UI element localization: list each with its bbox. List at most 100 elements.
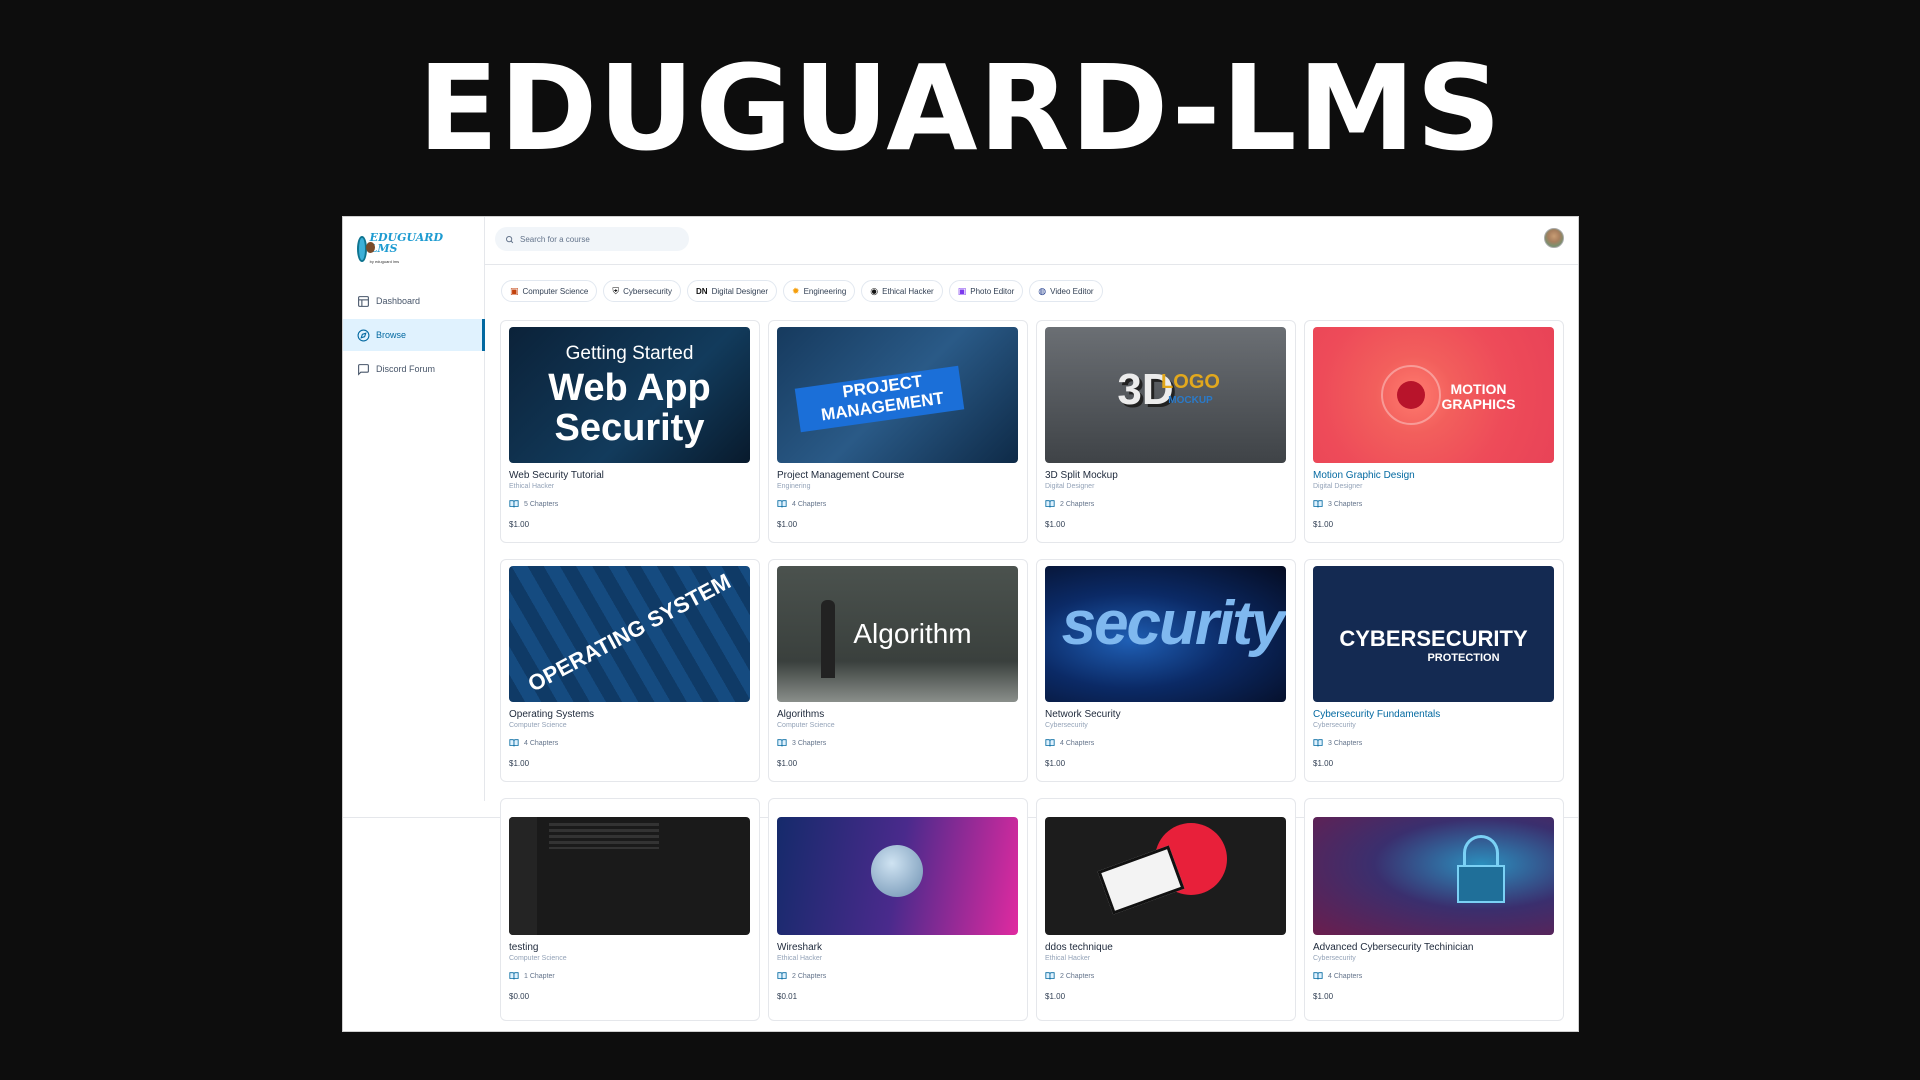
course-category: Computer Science <box>777 722 835 729</box>
shark-fin-icon <box>871 845 923 897</box>
course-price: $1.00 <box>777 520 798 529</box>
course-chapters: 2 Chapters <box>777 971 1019 981</box>
sidebar-item-label: Dashboard <box>376 296 421 306</box>
search-input[interactable]: Search for a course <box>495 227 689 251</box>
course-title[interactable]: testing <box>509 942 751 953</box>
course-price: $1.00 <box>1045 520 1066 529</box>
camera-icon: ▣ <box>957 285 967 296</box>
course-price: $1.00 <box>1045 992 1066 1001</box>
course-chapters: 2 Chapters <box>1045 971 1287 981</box>
top-bar: Search for a course <box>485 217 1578 265</box>
course-title[interactable]: Project Management Course <box>777 470 1019 481</box>
shield-icon: ⛨ <box>612 285 620 296</box>
user-avatar[interactable] <box>1544 228 1564 248</box>
course-title[interactable]: ddos technique <box>1045 942 1287 953</box>
course-price: $1.00 <box>1045 759 1066 768</box>
course-category: Enginering <box>777 483 811 490</box>
course-category: Digital Designer <box>1313 483 1363 490</box>
course-chapters: 4 Chapters <box>509 738 751 748</box>
sidebar-item-discord-forum[interactable]: Discord Forum <box>343 353 485 385</box>
course-chapters: 2 Chapters <box>1045 499 1287 509</box>
book-open-icon <box>1313 500 1323 508</box>
course-category: Cybersecurity <box>1045 722 1088 729</box>
course-card[interactable]: Getting Started Web App Security Web Sec… <box>500 320 760 543</box>
course-chapters: 1 Chapter <box>509 971 751 981</box>
course-title[interactable]: Network Security <box>1045 709 1287 720</box>
course-title[interactable]: Operating Systems <box>509 709 751 720</box>
course-category: Computer Science <box>509 722 567 729</box>
course-title[interactable]: 3D Split Mockup <box>1045 470 1287 481</box>
course-card[interactable]: 3D LOGO MOCKUP 3D Split Mockup Digital D… <box>1036 320 1296 543</box>
course-card[interactable]: OPERATING SYSTEM Operating Systems Compu… <box>500 559 760 782</box>
course-thumbnail <box>1313 817 1554 935</box>
course-card[interactable]: security Network Security Cybersecurity … <box>1036 559 1296 782</box>
course-title[interactable]: Web Security Tutorial <box>509 470 751 481</box>
sidebar: EDUGUARD LMS by eduguard lms Dashboard B… <box>343 217 485 801</box>
book-open-icon <box>509 972 519 980</box>
category-chip-video-editor[interactable]: ◍ Video Editor <box>1029 280 1103 302</box>
laptop-icon <box>1097 845 1185 915</box>
course-category: Digital Designer <box>1045 483 1095 490</box>
course-price: $1.00 <box>1313 759 1334 768</box>
course-chapters: 3 Chapters <box>1313 499 1555 509</box>
course-card[interactable]: PROJECT MANAGEMENT Project Management Co… <box>768 320 1028 543</box>
app-logo[interactable]: EDUGUARD LMS by eduguard lms <box>357 229 443 269</box>
course-card[interactable]: MOTION GRAPHICS Motion Graphic Design Di… <box>1304 320 1564 543</box>
layout-icon <box>358 295 369 307</box>
course-thumbnail: CYBERSECURITY PROTECTION <box>1313 566 1554 702</box>
course-title[interactable]: Motion Graphic Design <box>1313 470 1555 481</box>
category-chip-engineering[interactable]: ✹ Engineering <box>783 280 856 302</box>
course-category: Cybersecurity <box>1313 955 1356 962</box>
course-category: Ethical Hacker <box>777 955 823 962</box>
course-card[interactable]: Advanced Cybersecurity Techinician Cyber… <box>1304 798 1564 1021</box>
course-chapters: 4 Chapters <box>1313 971 1555 981</box>
course-category: Ethical Hacker <box>509 483 555 490</box>
course-price: $0.00 <box>509 992 530 1001</box>
sidebar-item-dashboard[interactable]: Dashboard <box>343 285 485 317</box>
course-category: Ethical Hacker <box>1045 955 1091 962</box>
course-card[interactable]: ddos technique Ethical Hacker 2 Chapters… <box>1036 798 1296 1021</box>
dn-icon: DN <box>696 286 708 296</box>
sidebar-item-label: Browse <box>376 330 407 340</box>
course-thumbnail <box>509 817 750 935</box>
course-title[interactable]: Algorithms <box>777 709 1019 720</box>
book-open-icon <box>777 500 787 508</box>
app-window: EDUGUARD LMS by eduguard lms Dashboard B… <box>342 216 1579 1032</box>
course-category: Cybersecurity <box>1313 722 1356 729</box>
book-open-icon <box>509 739 519 747</box>
course-card[interactable]: CYBERSECURITY PROTECTION Cybersecurity F… <box>1304 559 1564 782</box>
search-placeholder: Search for a course <box>520 234 590 244</box>
course-price: $1.00 <box>777 759 798 768</box>
book-open-icon <box>1313 739 1323 747</box>
compass-icon <box>357 329 370 341</box>
video-icon: ◍ <box>1038 285 1047 296</box>
message-square-icon <box>358 363 369 376</box>
course-card[interactable]: Algorithm Algorithms Computer Science 3 … <box>768 559 1028 782</box>
search-icon <box>506 235 514 243</box>
course-thumbnail: security <box>1045 566 1286 702</box>
course-title[interactable]: Wireshark <box>777 942 1019 953</box>
sidebar-item-label: Discord Forum <box>376 364 436 374</box>
book-open-icon <box>1313 972 1323 980</box>
book-open-icon <box>509 500 519 508</box>
course-price: $1.00 <box>1313 520 1334 529</box>
sidebar-item-browse[interactable]: Browse <box>343 319 485 351</box>
course-thumbnail <box>777 817 1018 935</box>
category-chip-photo-editor[interactable]: ▣ Photo Editor <box>948 280 1024 302</box>
course-thumbnail: PROJECT MANAGEMENT <box>777 327 1018 463</box>
padlock-icon <box>1463 835 1499 869</box>
course-title[interactable]: Cybersecurity Fundamentals <box>1313 709 1555 720</box>
hero-title: EDUGUARD-LMS <box>417 39 1503 177</box>
category-chip-digital-designer[interactable]: DN Digital Designer <box>687 280 778 302</box>
category-chip-ethical-hacker[interactable]: ◉ Ethical Hacker <box>861 280 943 302</box>
course-card[interactable]: Wireshark Ethical Hacker 2 Chapters $0.0… <box>768 798 1028 1021</box>
course-card[interactable]: testing Computer Science 1 Chapter $0.00 <box>500 798 760 1021</box>
book-open-icon <box>1045 739 1055 747</box>
book-open-icon <box>1045 500 1055 508</box>
course-price: $0.01 <box>777 992 798 1001</box>
course-title[interactable]: Advanced Cybersecurity Techinician <box>1313 942 1555 953</box>
category-chip-cybersecurity[interactable]: ⛨ Cybersecurity <box>603 280 681 302</box>
category-chip-computer-science[interactable]: ▣ Computer Science <box>501 280 598 302</box>
course-thumbnail: MOTION GRAPHICS <box>1313 327 1554 463</box>
course-price: $1.00 <box>509 759 530 768</box>
